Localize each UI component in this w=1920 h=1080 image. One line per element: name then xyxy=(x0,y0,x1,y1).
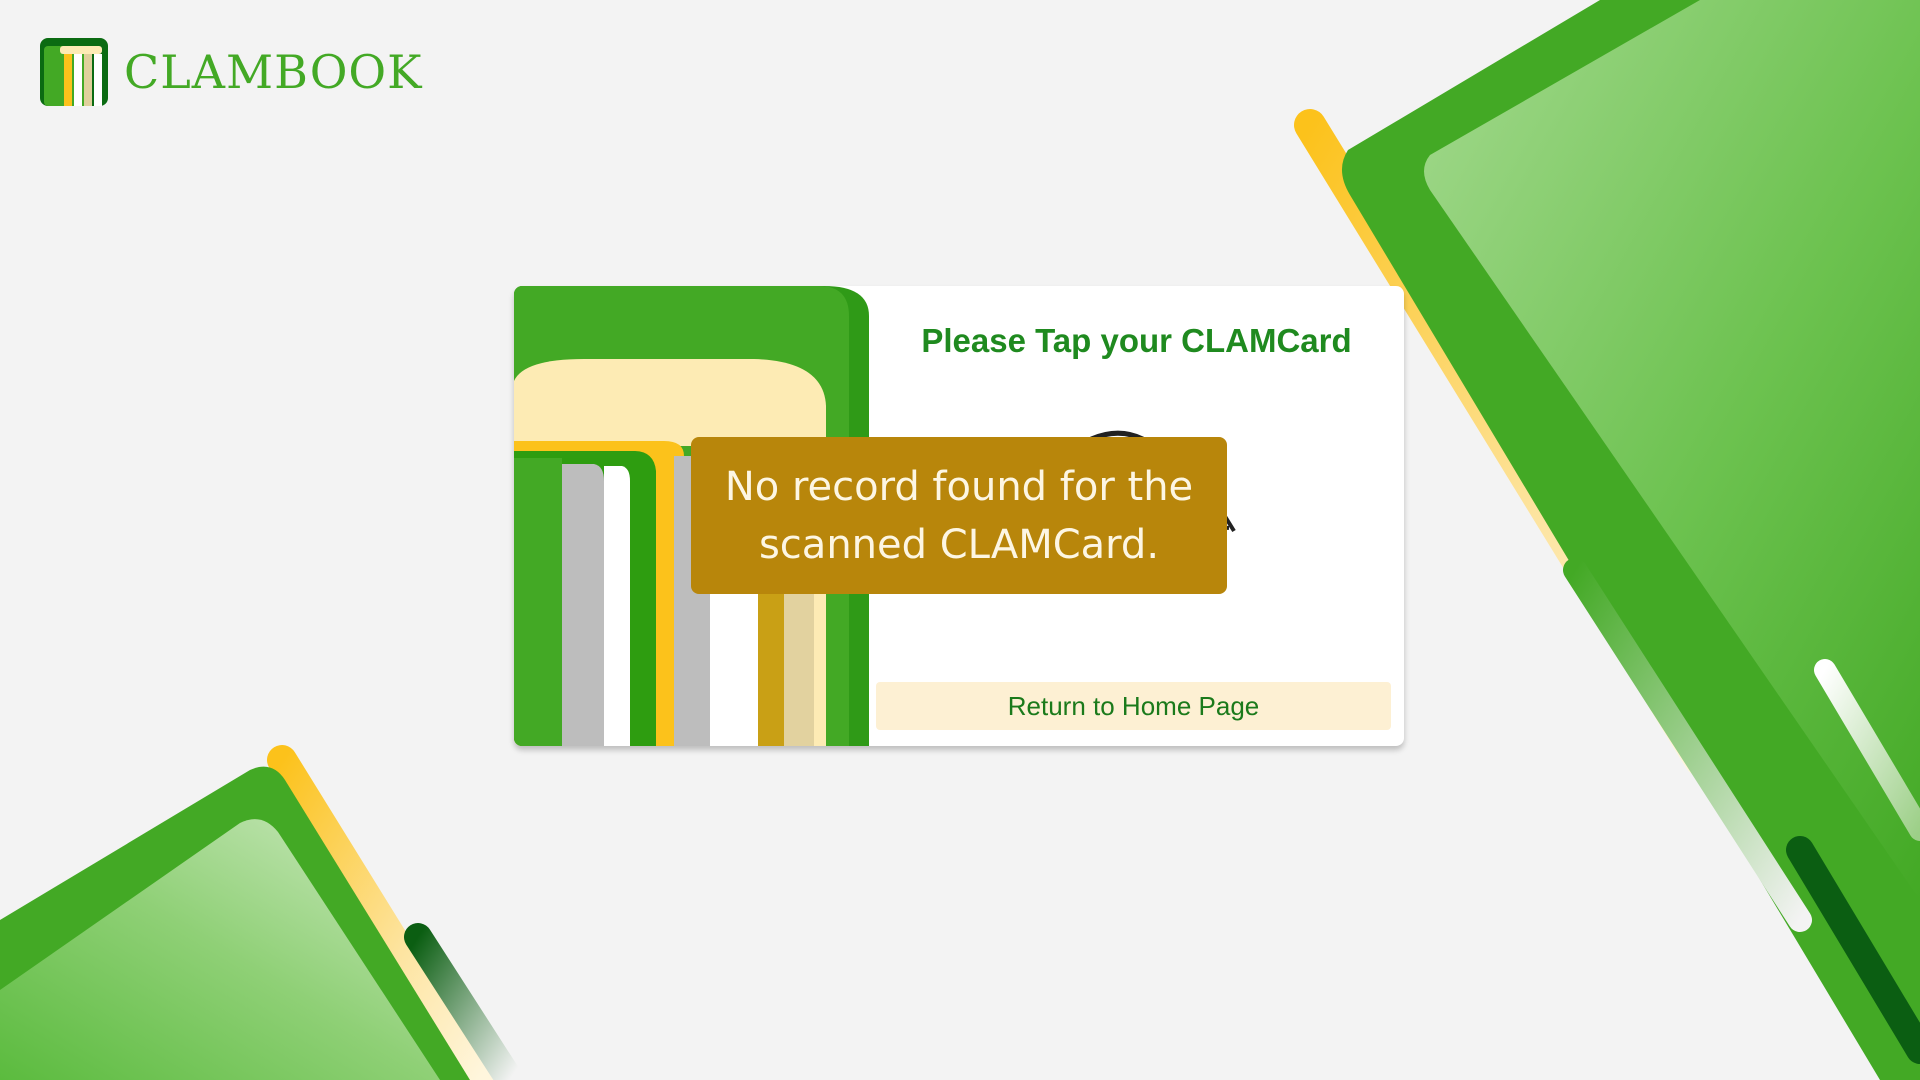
brand-logo: CLAMBOOK xyxy=(38,36,423,108)
page: CLAMBOOK Please Tap your CLAMCard Return… xyxy=(0,0,1920,1080)
card-title: Please Tap your CLAMCard xyxy=(921,322,1352,359)
return-home-button[interactable]: Return to Home Page xyxy=(876,682,1391,730)
brand-name: CLAMBOOK xyxy=(124,45,423,99)
no-record-alert: No record found for the scanned CLAMCard… xyxy=(691,437,1227,594)
alert-message: No record found for the scanned CLAMCard… xyxy=(724,463,1194,568)
book-logo-icon xyxy=(40,38,108,106)
